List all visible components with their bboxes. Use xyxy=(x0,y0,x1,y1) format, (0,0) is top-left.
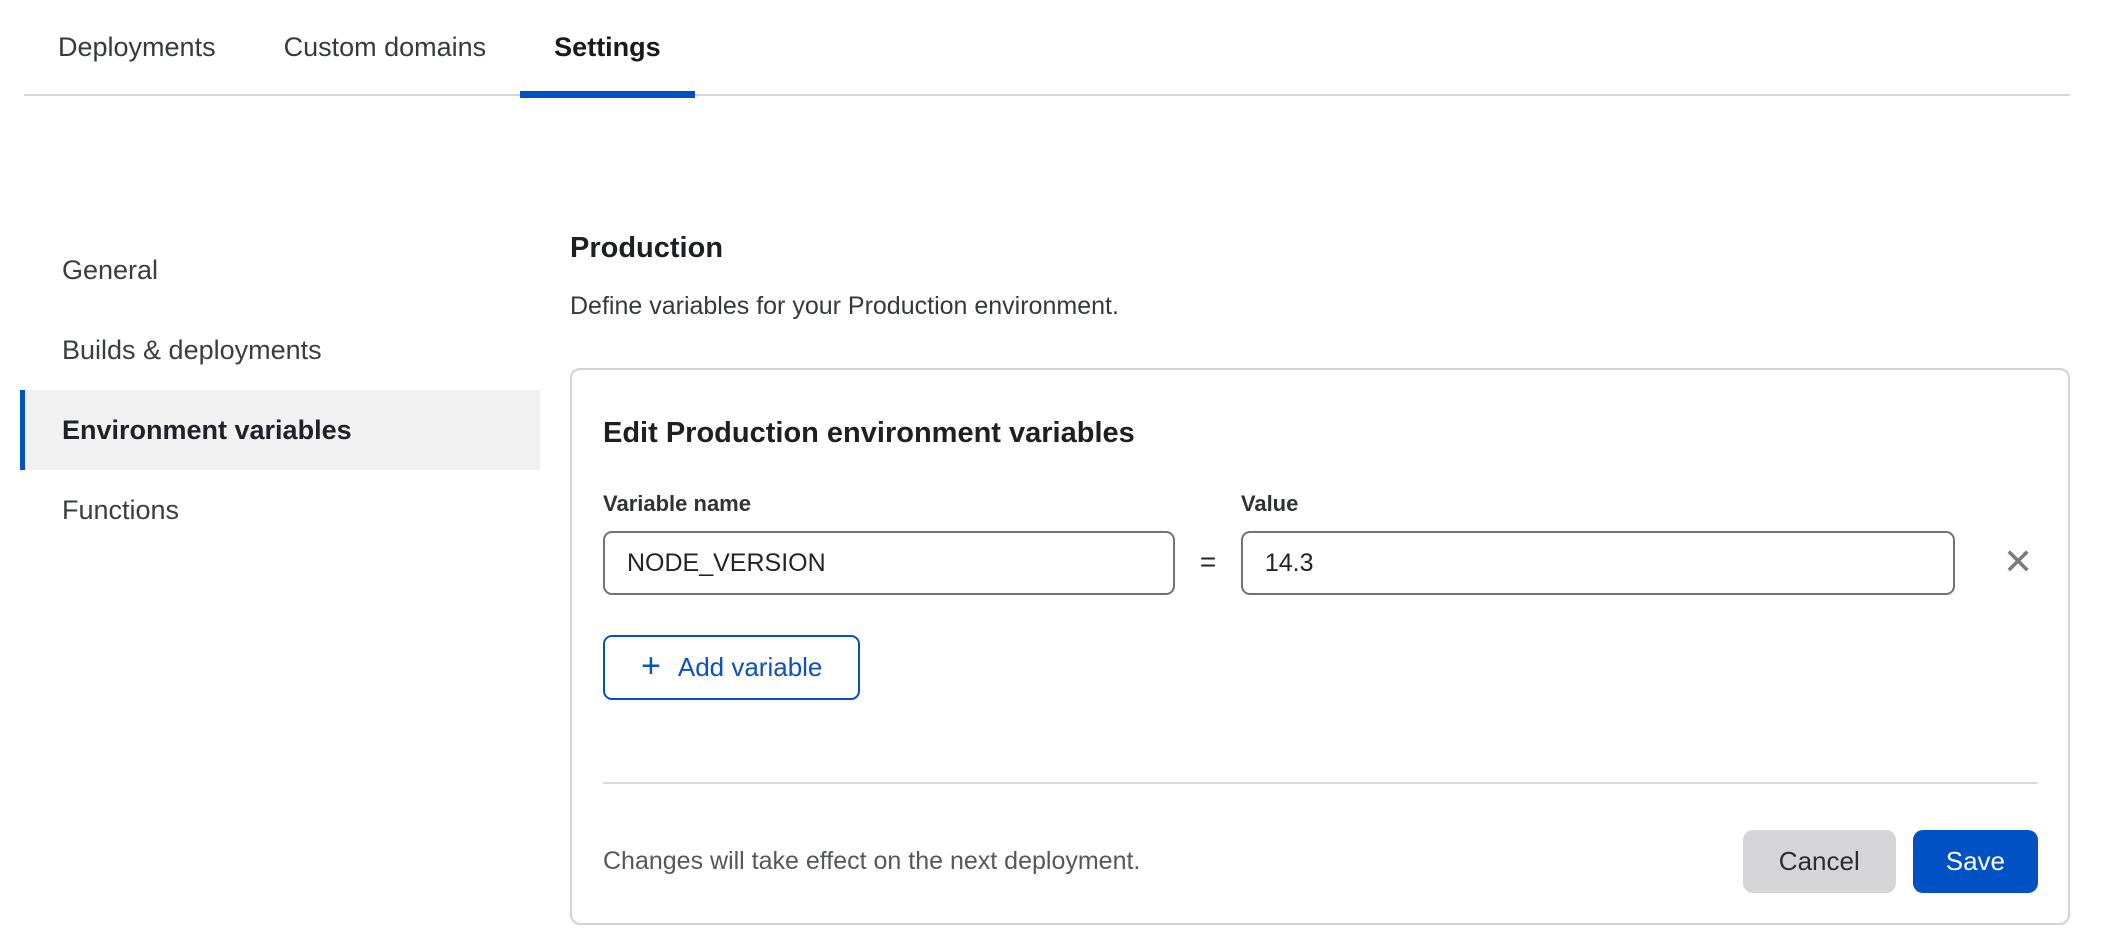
variable-value-field: Value xyxy=(1241,490,1955,595)
main-content: Production Define variables for your Pro… xyxy=(570,230,2070,925)
save-button[interactable]: Save xyxy=(1913,830,2038,893)
remove-variable-icon[interactable]: ✕ xyxy=(1998,542,2038,582)
footer-actions: Cancel Save xyxy=(1743,830,2038,893)
variable-value-input[interactable] xyxy=(1241,531,1955,595)
page-subtitle: Define variables for your Production env… xyxy=(570,290,2070,322)
sidebar-item-general[interactable]: General xyxy=(20,230,540,310)
page-title: Production xyxy=(570,230,2070,266)
sidebar-item-functions[interactable]: Functions xyxy=(20,470,540,550)
card-footer: Changes will take effect on the next dep… xyxy=(603,830,2038,893)
equals-sign: = xyxy=(1175,546,1241,595)
settings-sidebar: General Builds & deployments Environment… xyxy=(20,230,540,550)
variable-row: Variable name = Value ✕ xyxy=(603,490,2038,595)
tab-custom-domains[interactable]: Custom domains xyxy=(250,30,521,94)
add-variable-label: Add variable xyxy=(678,652,823,683)
variable-name-label: Variable name xyxy=(603,490,1175,518)
sidebar-item-builds-deployments[interactable]: Builds & deployments xyxy=(20,310,540,390)
cancel-button[interactable]: Cancel xyxy=(1743,830,1896,893)
plus-icon: + xyxy=(641,649,661,683)
footer-note: Changes will take effect on the next dep… xyxy=(603,847,1140,876)
tab-bar: Deployments Custom domains Settings xyxy=(24,0,2070,96)
tab-settings[interactable]: Settings xyxy=(520,30,695,94)
sidebar-item-environment-variables[interactable]: Environment variables xyxy=(20,390,540,470)
variable-value-label: Value xyxy=(1241,490,1955,518)
variable-name-field: Variable name xyxy=(603,490,1175,595)
settings-layout: General Builds & deployments Environment… xyxy=(0,96,2121,925)
variable-name-input[interactable] xyxy=(603,531,1175,595)
card-title: Edit Production environment variables xyxy=(603,414,2038,452)
card-divider xyxy=(603,782,2038,784)
environment-variables-card: Edit Production environment variables Va… xyxy=(570,368,2070,925)
tab-deployments[interactable]: Deployments xyxy=(24,30,250,94)
add-variable-button[interactable]: + Add variable xyxy=(603,635,860,700)
